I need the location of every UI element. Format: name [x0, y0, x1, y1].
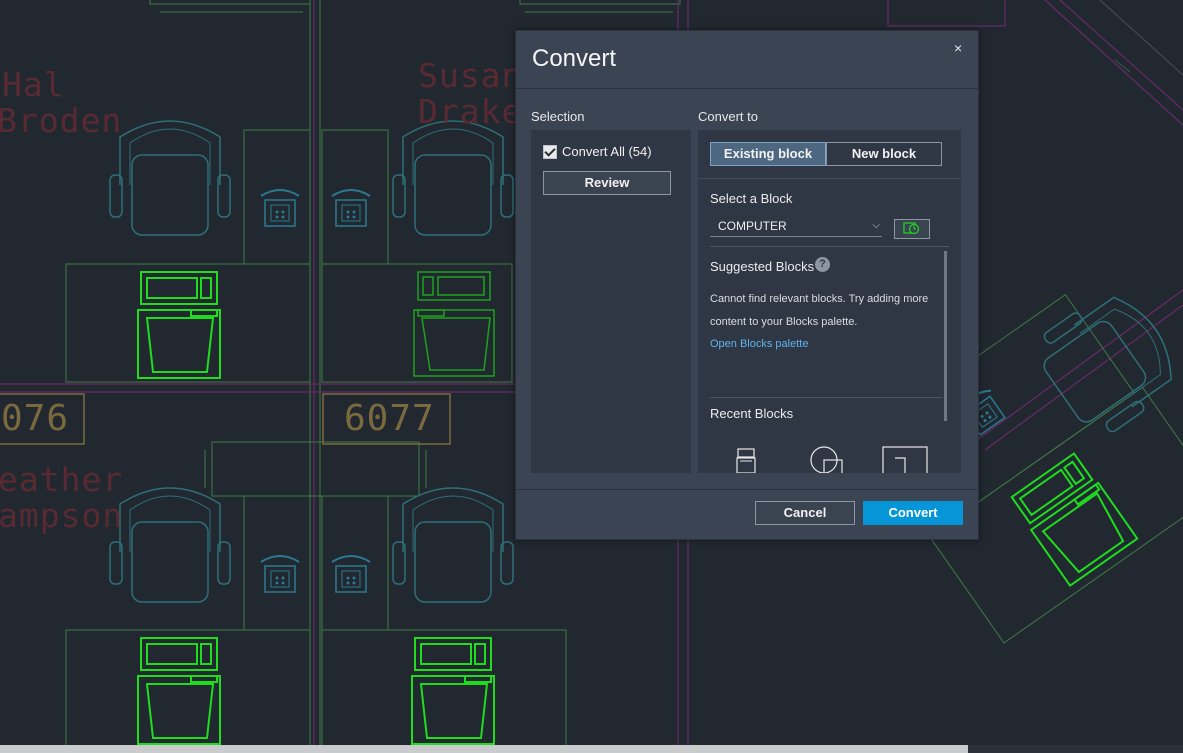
selection-panel: Convert All (54) Review	[531, 130, 691, 473]
occupant-name: Hal	[2, 65, 65, 104]
computer-block-selected	[137, 637, 221, 745]
computer-block-icon	[736, 448, 756, 473]
scrollbar-track-end	[968, 745, 1183, 753]
dialog-title: Convert	[532, 45, 617, 72]
occupant-name: eather	[0, 460, 124, 499]
phone-block	[260, 555, 300, 593]
occupant-name: Drake	[418, 92, 523, 131]
occupant-name: Broden	[0, 101, 123, 140]
checkbox-checked-icon[interactable]	[543, 144, 557, 159]
phone-block	[331, 555, 371, 593]
phone-block	[331, 189, 371, 227]
computer-block-selected	[137, 271, 221, 379]
phone-block	[260, 189, 300, 227]
select-block-label: Select a Block	[710, 191, 793, 206]
cancel-button[interactable]: Cancel	[755, 501, 855, 525]
chair-block	[392, 120, 514, 236]
pick-block-button[interactable]	[894, 219, 930, 239]
vertical-scrollbar[interactable]	[944, 251, 947, 421]
block-select-dropdown[interactable]: COMPUTER ⌵	[710, 216, 882, 237]
convert-to-label: Convert to	[698, 109, 758, 124]
tab-new-block[interactable]: New block	[826, 142, 942, 166]
room-number: 076	[1, 398, 70, 439]
suggested-blocks-message: Cannot find relevant blocks. Try adding …	[710, 293, 929, 328]
computer-block	[413, 271, 495, 377]
chevron-down-icon: ⌵	[872, 220, 880, 231]
convert-all-label: Convert All (54)	[562, 144, 652, 159]
convert-button[interactable]: Convert	[863, 501, 963, 525]
divider	[516, 489, 978, 490]
review-button[interactable]: Review	[543, 171, 671, 195]
selected-block-value: COMPUTER	[718, 219, 787, 233]
suggested-blocks-label: Suggested Blocks	[710, 259, 815, 274]
room-number: 6077	[344, 398, 435, 439]
convert-dialog: Convert × Selection Convert to Convert A…	[515, 30, 979, 540]
occupant-name: ampson	[0, 496, 124, 535]
computer-block-selected	[411, 637, 495, 745]
chair-block	[392, 487, 514, 603]
recent-block-computer[interactable]	[736, 443, 756, 473]
desk-block-icon	[882, 446, 928, 473]
divider	[710, 397, 942, 398]
select-objects-icon	[903, 222, 920, 235]
divider	[516, 88, 978, 89]
convert-all-checkbox[interactable]: Convert All (54)	[543, 144, 652, 159]
tab-existing-block[interactable]: Existing block	[710, 142, 826, 166]
close-icon[interactable]: ×	[954, 40, 962, 56]
occupant-name: Susan	[418, 56, 523, 95]
chair-block	[109, 487, 231, 603]
divider	[710, 246, 949, 247]
open-blocks-palette-link[interactable]: Open Blocks palette	[710, 338, 808, 350]
selection-label: Selection	[531, 109, 585, 124]
chair-block	[109, 120, 231, 236]
help-icon[interactable]: ?	[815, 257, 830, 272]
recent-blocks-label: Recent Blocks	[710, 406, 794, 421]
recent-block-desk[interactable]	[882, 446, 928, 473]
divider	[698, 178, 961, 179]
horizontal-scrollbar[interactable]	[0, 745, 981, 753]
chair-block-icon	[810, 446, 843, 473]
recent-block-chair[interactable]	[807, 443, 845, 473]
convert-to-panel: Existing block New block Select a Block …	[698, 130, 961, 473]
